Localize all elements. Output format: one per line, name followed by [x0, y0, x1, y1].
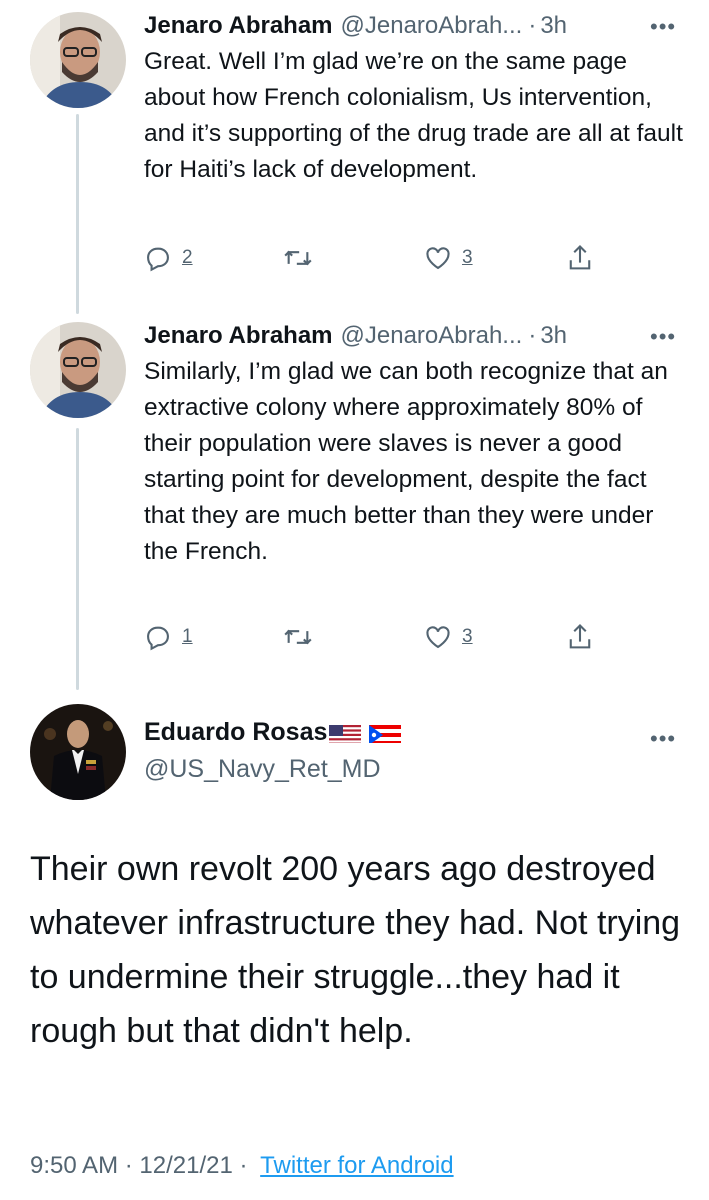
reply-icon: [147, 626, 169, 651]
separator: ·: [124, 1152, 133, 1179]
like-icon: [426, 626, 450, 649]
like-button[interactable]: 3: [424, 623, 473, 651]
tweet-date[interactable]: 12/21/21: [139, 1152, 232, 1179]
author-name[interactable]: Eduardo Rosas: [144, 718, 327, 747]
reply-button[interactable]: 2: [144, 244, 193, 272]
source-link[interactable]: Twitter for Android: [260, 1152, 453, 1179]
like-icon: [426, 247, 450, 270]
like-count: 3: [462, 247, 473, 268]
separator: ·: [528, 322, 537, 349]
tweet-text: Their own revolt 200 years ago destroyed…: [30, 850, 681, 1050]
tweet-header: Jenaro Abraham @JenaroAbrah... · 3h: [144, 12, 567, 40]
retweet-icon: [284, 250, 312, 266]
retweet-button[interactable]: [282, 244, 314, 272]
thread-line: [76, 428, 79, 690]
tweet-text: Great. Well I’m glad we’re on the same p…: [144, 48, 683, 183]
share-button[interactable]: [566, 243, 594, 273]
like-count: 3: [462, 626, 473, 647]
author-name[interactable]: Jenaro Abraham: [144, 322, 333, 350]
avatar[interactable]: [30, 322, 126, 418]
thread-line: [76, 114, 79, 314]
puerto-rico-flag-icon: [369, 723, 402, 743]
more-icon[interactable]: •••: [650, 324, 676, 350]
tweet-header: Jenaro Abraham @JenaroAbrah... · 3h: [144, 322, 567, 350]
share-icon: [569, 623, 591, 649]
author-name[interactable]: Jenaro Abraham: [144, 12, 333, 40]
separator: ·: [239, 1152, 248, 1179]
separator: ·: [528, 12, 537, 39]
timestamp[interactable]: 3h: [540, 12, 567, 40]
author-handle[interactable]: @JenaroAbrah...: [341, 322, 523, 350]
tweet-text: Similarly, I’m glad we can both recogniz…: [144, 358, 668, 565]
us-flag-icon: [329, 723, 362, 743]
share-icon: [569, 244, 591, 270]
tweet-time[interactable]: 9:50 AM: [30, 1152, 118, 1179]
avatar[interactable]: [30, 12, 126, 108]
more-icon[interactable]: •••: [650, 726, 676, 752]
author-handle[interactable]: @US_Navy_Ret_MD: [144, 755, 381, 784]
reply-icon: [147, 247, 169, 272]
retweet-icon: [284, 629, 312, 645]
author-name-row: Eduardo Rosas: [144, 718, 402, 747]
reply-button[interactable]: 1: [144, 623, 193, 651]
tweet-metadata: 9:50 AM · 12/21/21 · Twitter for Android: [30, 1152, 454, 1180]
share-button[interactable]: [566, 622, 594, 652]
author-handle[interactable]: @JenaroAbrah...: [341, 12, 523, 40]
timestamp[interactable]: 3h: [540, 322, 567, 350]
reply-count: 2: [182, 247, 193, 268]
like-button[interactable]: 3: [424, 244, 473, 272]
avatar[interactable]: [30, 704, 126, 800]
retweet-button[interactable]: [282, 623, 314, 651]
more-icon[interactable]: •••: [650, 14, 676, 40]
reply-count: 1: [182, 626, 193, 647]
